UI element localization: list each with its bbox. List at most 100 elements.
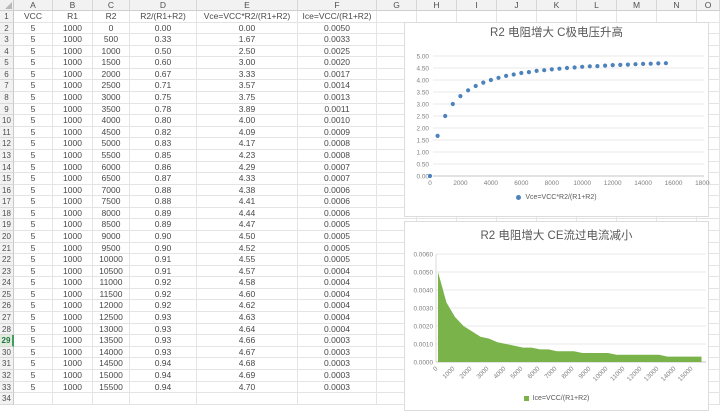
cell-H1[interactable]	[417, 11, 457, 23]
row-header-9[interactable]: 9	[0, 104, 14, 116]
cell-F8[interactable]: 0.0013	[298, 92, 377, 104]
cell-E34[interactable]	[197, 393, 298, 405]
cell-E31[interactable]: 4.68	[197, 358, 298, 370]
cell-E10[interactable]: 4.00	[197, 115, 298, 127]
cell-F28[interactable]: 0.0004	[298, 324, 377, 336]
cell-D11[interactable]: 0.82	[130, 127, 197, 139]
cell-C12[interactable]: 5000	[93, 138, 130, 150]
cell-F12[interactable]: 0.0008	[298, 138, 377, 150]
cell-A34[interactable]	[14, 393, 53, 405]
cell-F31[interactable]: 0.0003	[298, 358, 377, 370]
cell-D26[interactable]: 0.92	[130, 300, 197, 312]
cell-F27[interactable]: 0.0004	[298, 312, 377, 324]
cell-F10[interactable]: 0.0010	[298, 115, 377, 127]
cell-A31[interactable]: 5	[14, 358, 53, 370]
cell-E19[interactable]: 4.47	[197, 219, 298, 231]
cell-B24[interactable]: 1000	[53, 277, 93, 289]
cell-E25[interactable]: 4.60	[197, 289, 298, 301]
cell-E24[interactable]: 4.58	[197, 277, 298, 289]
cell-E33[interactable]: 4.70	[197, 382, 298, 394]
cell-D9[interactable]: 0.78	[130, 104, 197, 116]
cell-E13[interactable]: 4.23	[197, 150, 298, 162]
cell-F5[interactable]: 0.0020	[298, 57, 377, 69]
row-header-28[interactable]: 28	[0, 324, 14, 336]
cell-A25[interactable]: 5	[14, 289, 53, 301]
cell-E20[interactable]: 4.50	[197, 231, 298, 243]
cell-D6[interactable]: 0.67	[130, 69, 197, 81]
row-header-2[interactable]: 2	[0, 23, 14, 35]
cell-E8[interactable]: 3.75	[197, 92, 298, 104]
cell-C33[interactable]: 15500	[93, 382, 130, 394]
col-header-B[interactable]: B	[53, 0, 93, 10]
cell-D30[interactable]: 0.93	[130, 347, 197, 359]
cell-A17[interactable]: 5	[14, 196, 53, 208]
cell-C2[interactable]: 0	[93, 23, 130, 35]
cell-A10[interactable]: 5	[14, 115, 53, 127]
row-header-30[interactable]: 30	[0, 347, 14, 359]
col-header-D[interactable]: D	[130, 0, 197, 10]
cell-C31[interactable]: 14500	[93, 358, 130, 370]
cell-E32[interactable]: 4.69	[197, 370, 298, 382]
cell-A20[interactable]: 5	[14, 231, 53, 243]
row-header-22[interactable]: 22	[0, 254, 14, 266]
cell-E2[interactable]: 0.00	[197, 23, 298, 35]
col-header-A[interactable]: A	[14, 0, 53, 10]
cell-D3[interactable]: 0.33	[130, 34, 197, 46]
cell-B27[interactable]: 1000	[53, 312, 93, 324]
cell-A14[interactable]: 5	[14, 162, 53, 174]
cell-E16[interactable]: 4.38	[197, 185, 298, 197]
row-header-33[interactable]: 33	[0, 382, 14, 394]
cell-B14[interactable]: 1000	[53, 162, 93, 174]
col-header-G[interactable]: G	[377, 0, 417, 10]
row-header-23[interactable]: 23	[0, 266, 14, 278]
cell-A5[interactable]: 5	[14, 57, 53, 69]
cell-B23[interactable]: 1000	[53, 266, 93, 278]
cell-E5[interactable]: 3.00	[197, 57, 298, 69]
cell-B26[interactable]: 1000	[53, 300, 93, 312]
row-header-13[interactable]: 13	[0, 150, 14, 162]
cell-E28[interactable]: 4.64	[197, 324, 298, 336]
cell-C26[interactable]: 12000	[93, 300, 130, 312]
cell-F18[interactable]: 0.0006	[298, 208, 377, 220]
row-header-12[interactable]: 12	[0, 138, 14, 150]
cell-A15[interactable]: 5	[14, 173, 53, 185]
cell-C9[interactable]: 3500	[93, 104, 130, 116]
cell-B15[interactable]: 1000	[53, 173, 93, 185]
cell-A23[interactable]: 5	[14, 266, 53, 278]
row-header-15[interactable]: 15	[0, 173, 14, 185]
cell-F34[interactable]	[298, 393, 377, 405]
cell-A7[interactable]: 5	[14, 80, 53, 92]
row-header-16[interactable]: 16	[0, 185, 14, 197]
cell-D20[interactable]: 0.90	[130, 231, 197, 243]
cell-C18[interactable]: 8000	[93, 208, 130, 220]
cell-C16[interactable]: 7000	[93, 185, 130, 197]
row-header-8[interactable]: 8	[0, 92, 14, 104]
cell-E11[interactable]: 4.09	[197, 127, 298, 139]
cell-E27[interactable]: 4.63	[197, 312, 298, 324]
cell-A29[interactable]: 5	[14, 335, 53, 347]
cell-F2[interactable]: 0.0050	[298, 23, 377, 35]
row-header-20[interactable]: 20	[0, 231, 14, 243]
cell-F29[interactable]: 0.0003	[298, 335, 377, 347]
cell-E9[interactable]: 3.89	[197, 104, 298, 116]
cell-B2[interactable]: 1000	[53, 23, 93, 35]
cell-C29[interactable]: 13500	[93, 335, 130, 347]
cell-D34[interactable]	[130, 393, 197, 405]
cell-D28[interactable]: 0.93	[130, 324, 197, 336]
cell-F25[interactable]: 0.0004	[298, 289, 377, 301]
cell-B25[interactable]: 1000	[53, 289, 93, 301]
cell-I1[interactable]	[457, 11, 497, 23]
cell-D22[interactable]: 0.91	[130, 254, 197, 266]
cell-F23[interactable]: 0.0004	[298, 266, 377, 278]
cell-A30[interactable]: 5	[14, 347, 53, 359]
row-header-14[interactable]: 14	[0, 162, 14, 174]
cell-B34[interactable]	[53, 393, 93, 405]
row-header-3[interactable]: 3	[0, 34, 14, 46]
cell-E6[interactable]: 3.33	[197, 69, 298, 81]
col-header-E[interactable]: E	[197, 0, 298, 10]
cell-C30[interactable]: 14000	[93, 347, 130, 359]
cell-D25[interactable]: 0.92	[130, 289, 197, 301]
cell-C24[interactable]: 11000	[93, 277, 130, 289]
cell-F14[interactable]: 0.0007	[298, 162, 377, 174]
cell-A9[interactable]: 5	[14, 104, 53, 116]
